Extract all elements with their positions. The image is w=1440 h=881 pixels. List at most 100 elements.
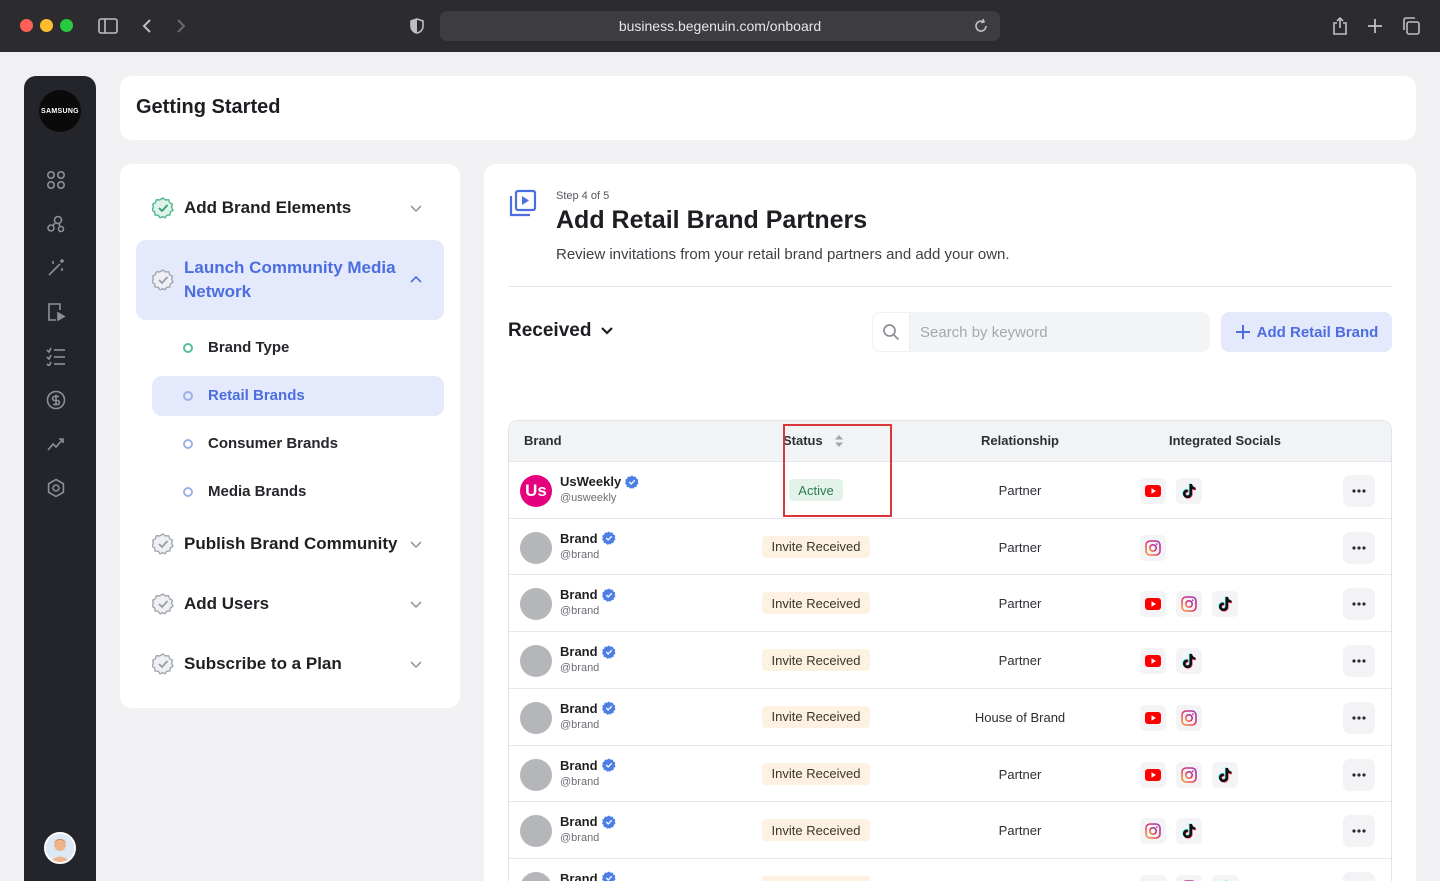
chevron-up-icon[interactable] xyxy=(408,272,424,288)
table-row[interactable]: Brand @brand Invite Received Partner xyxy=(509,517,1391,575)
more-options-button[interactable] xyxy=(1343,645,1375,678)
more-options-button[interactable] xyxy=(1343,815,1375,848)
chevron-down-icon[interactable] xyxy=(408,656,424,672)
youtube-icon[interactable] xyxy=(1140,591,1166,618)
tiktok-icon[interactable] xyxy=(1212,591,1238,618)
instagram-icon[interactable] xyxy=(1176,704,1202,731)
more-options-button[interactable] xyxy=(1343,531,1375,564)
instagram-icon[interactable] xyxy=(1176,761,1202,788)
magic-wand-icon[interactable] xyxy=(46,258,66,278)
sidebar-toggle-icon[interactable] xyxy=(95,13,121,39)
brand-name-text: Brand xyxy=(560,530,598,546)
analytics-icon[interactable] xyxy=(46,434,66,454)
tiktok-icon[interactable] xyxy=(1176,818,1202,845)
address-bar[interactable]: business.begenuin.com/onboard xyxy=(440,11,1000,41)
brand-avatar[interactable] xyxy=(520,531,552,564)
reload-icon[interactable] xyxy=(972,17,990,35)
more-options-button[interactable] xyxy=(1343,701,1375,734)
brand-avatar[interactable] xyxy=(520,588,552,621)
minimize-window-button[interactable] xyxy=(40,19,53,32)
brand-avatar[interactable] xyxy=(520,871,552,881)
tab-overview-icon[interactable] xyxy=(1398,13,1424,39)
brand-name[interactable]: Brand xyxy=(560,531,616,546)
brand-avatar[interactable] xyxy=(520,645,552,678)
community-icon[interactable] xyxy=(46,214,66,234)
column-header-status[interactable]: Status xyxy=(783,433,843,448)
chevron-down-icon[interactable] xyxy=(408,200,424,216)
instagram-icon[interactable] xyxy=(1140,818,1166,845)
youtube-icon[interactable] xyxy=(1140,761,1166,788)
step-publish-brand-community[interactable]: Publish Brand Community xyxy=(136,516,444,572)
table-row[interactable]: Brand @brand Invite Received Partner xyxy=(509,574,1391,631)
share-icon[interactable] xyxy=(1327,13,1353,39)
instagram-icon[interactable] xyxy=(1140,534,1166,561)
tiktok-icon[interactable] xyxy=(1212,761,1238,788)
dashboard-icon[interactable] xyxy=(46,170,66,190)
brand-partners-table: Brand Status Relationship Integrated Soc… xyxy=(508,420,1392,881)
chevron-down-icon[interactable] xyxy=(408,596,424,612)
relationship-text: Partner xyxy=(998,823,1042,839)
table-row[interactable]: Brand @brand Invite Received Partner xyxy=(509,744,1391,802)
back-icon[interactable] xyxy=(134,13,160,39)
usweekly-logo[interactable]: Us xyxy=(520,475,552,507)
more-options-button[interactable] xyxy=(1343,758,1375,791)
brand-name[interactable]: Brand xyxy=(560,587,616,602)
user-avatar[interactable] xyxy=(44,832,76,864)
step-add-brand-elements[interactable]: Add Brand Elements xyxy=(136,180,444,236)
checklist-icon[interactable] xyxy=(46,346,66,368)
more-options-button[interactable] xyxy=(1343,588,1375,621)
more-options-button[interactable] xyxy=(1343,871,1375,881)
table-row[interactable]: Brand @brand Invite Received House of Br… xyxy=(509,687,1391,745)
privacy-shield-icon[interactable] xyxy=(404,13,430,39)
brand-avatar[interactable] xyxy=(520,701,552,734)
youtube-icon[interactable] xyxy=(1140,874,1166,881)
brand-name[interactable]: Brand xyxy=(560,814,616,829)
brand-logo[interactable]: SAMSUNG xyxy=(39,90,81,132)
chevron-down-icon[interactable] xyxy=(408,536,424,552)
step-add-users[interactable]: Add Users xyxy=(136,576,444,632)
brand-avatar[interactable] xyxy=(520,758,552,791)
table-row[interactable]: Brand @brand Invite Received Partner xyxy=(509,631,1391,688)
tiktok-icon[interactable] xyxy=(1212,874,1238,881)
substep-consumer-brands[interactable]: Consumer Brands xyxy=(152,424,444,464)
youtube-icon[interactable] xyxy=(1140,704,1166,731)
add-retail-brand-button[interactable]: Add Retail Brand xyxy=(1221,312,1392,352)
new-tab-icon[interactable] xyxy=(1362,13,1388,39)
brand-name[interactable]: UsWeekly xyxy=(560,474,639,489)
substep-brand-type[interactable]: Brand Type xyxy=(152,328,444,368)
table-row[interactable]: Us UsWeekly @usweekly Active Partner xyxy=(509,461,1391,518)
brand-name[interactable]: Brand xyxy=(560,644,616,659)
step-subscribe-to-plan[interactable]: Subscribe to a Plan xyxy=(136,636,444,692)
youtube-icon[interactable] xyxy=(1140,478,1166,504)
table-row[interactable]: Brand @brand Invite Received Partner xyxy=(509,801,1391,858)
search-input[interactable] xyxy=(910,312,1210,352)
table-row[interactable]: Brand @brand Invite Received Partner xyxy=(509,857,1391,881)
sort-icon[interactable] xyxy=(834,434,843,447)
video-page-icon[interactable] xyxy=(46,302,66,322)
relationship-text: Partner xyxy=(998,539,1042,555)
more-options-button[interactable] xyxy=(1343,475,1375,507)
instagram-icon[interactable] xyxy=(1176,591,1202,618)
substep-media-brands[interactable]: Media Brands xyxy=(152,472,444,512)
table-header: Brand Status Relationship Integrated Soc… xyxy=(509,421,1391,461)
brand-name[interactable]: Brand xyxy=(560,701,616,716)
brand-handle: @brand xyxy=(560,832,600,845)
brand-name[interactable]: Brand xyxy=(560,871,616,881)
brand-name[interactable]: Brand xyxy=(560,758,616,773)
dollar-icon[interactable] xyxy=(46,390,66,410)
column-header-relationship: Relationship xyxy=(980,433,1059,448)
step-launch-community-media-network[interactable]: Launch Community Media Network xyxy=(136,240,444,320)
instagram-icon[interactable] xyxy=(1176,874,1202,881)
zoom-window-button[interactable] xyxy=(60,19,73,32)
close-window-button[interactable] xyxy=(20,19,33,32)
search-box[interactable] xyxy=(872,312,1210,352)
tiktok-icon[interactable] xyxy=(1176,478,1202,504)
forward-icon[interactable] xyxy=(168,13,194,39)
settings-icon[interactable] xyxy=(46,478,66,498)
youtube-icon[interactable] xyxy=(1140,648,1166,675)
brand-avatar[interactable] xyxy=(520,815,552,848)
substep-dot xyxy=(183,439,193,449)
substep-retail-brands[interactable]: Retail Brands xyxy=(152,376,444,416)
tiktok-icon[interactable] xyxy=(1176,648,1202,675)
received-filter-dropdown[interactable]: Received xyxy=(508,320,615,342)
